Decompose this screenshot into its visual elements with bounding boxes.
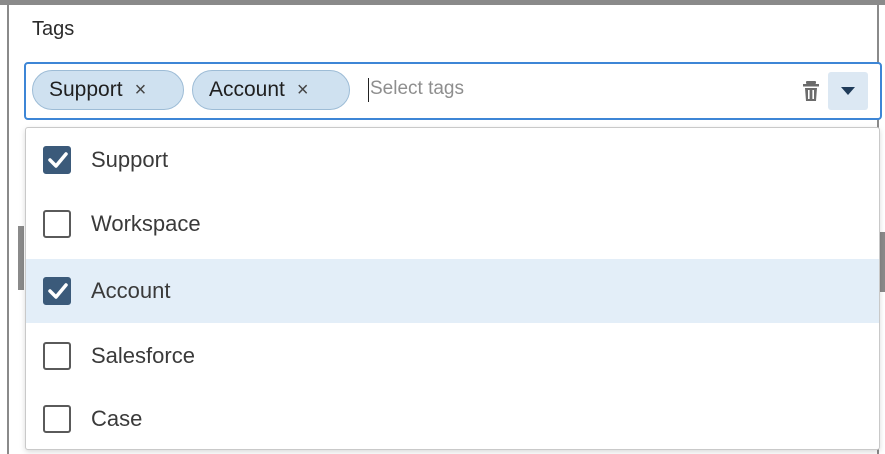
tags-field-label: Tags	[32, 18, 75, 40]
background-edge-left	[18, 226, 24, 290]
option-checkbox[interactable]	[43, 210, 71, 238]
tags-dropdown-menu: Support Workspace Account Salesforce Cas…	[25, 127, 880, 450]
option-label: Support	[91, 147, 169, 172]
option-label: Salesforce	[91, 343, 195, 368]
option-label: Workspace	[91, 211, 201, 236]
panel-left-border	[7, 5, 9, 454]
option-label: Account	[91, 278, 171, 303]
tag-chip-label: Support	[49, 78, 123, 101]
option-support[interactable]: Support	[26, 128, 879, 192]
option-account[interactable]: Account	[26, 259, 879, 323]
remove-tag-icon[interactable]: ×	[135, 80, 147, 100]
option-workspace[interactable]: Workspace	[26, 192, 879, 256]
text-caret	[368, 78, 369, 102]
panel-top-border	[0, 0, 885, 5]
option-case[interactable]: Case	[26, 387, 879, 449]
option-checkbox[interactable]	[43, 405, 71, 433]
tags-multiselect-input[interactable]: Support × Account × Select tags	[24, 62, 882, 120]
tag-chip-support: Support ×	[32, 70, 184, 110]
tag-chip-label: Account	[209, 78, 285, 101]
trash-icon[interactable]	[802, 80, 820, 102]
checkmark-icon	[48, 152, 68, 168]
option-checkbox[interactable]	[43, 146, 71, 174]
option-checkbox[interactable]	[43, 277, 71, 305]
tag-chip-account: Account ×	[192, 70, 350, 110]
form-panel: Tags Support × Account × Select tags Sup…	[0, 0, 885, 454]
option-checkbox[interactable]	[43, 342, 71, 370]
remove-tag-icon[interactable]: ×	[297, 80, 309, 100]
dropdown-toggle-button[interactable]	[828, 72, 868, 110]
checkmark-icon	[48, 283, 68, 299]
option-salesforce[interactable]: Salesforce	[26, 324, 879, 388]
tags-search-placeholder[interactable]: Select tags	[370, 78, 464, 100]
option-label: Case	[91, 406, 143, 431]
triangle-down-icon	[841, 87, 855, 95]
